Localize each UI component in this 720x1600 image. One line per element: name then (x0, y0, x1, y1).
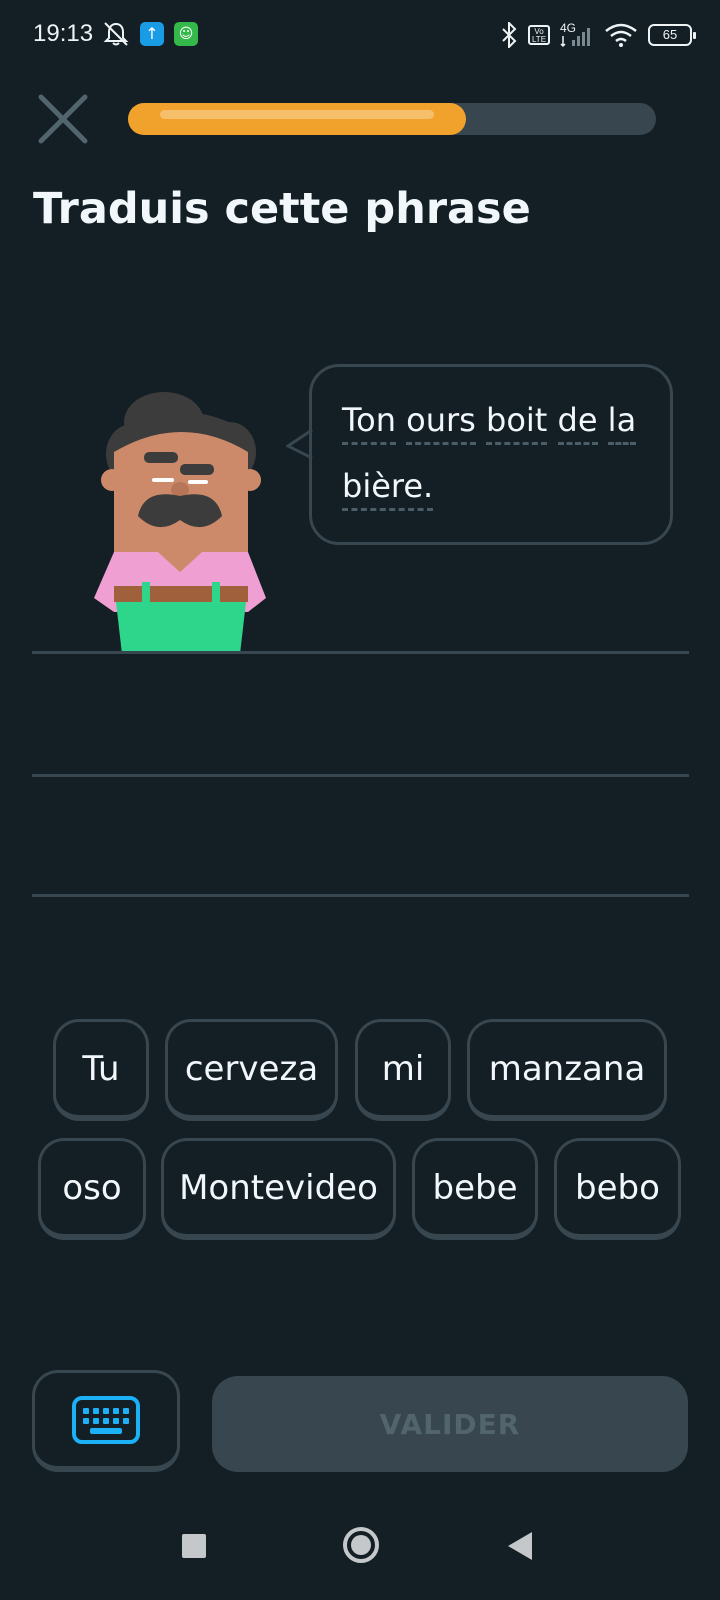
word-tile[interactable]: bebo (554, 1138, 681, 1240)
progress-fill (128, 103, 466, 135)
word-tile[interactable]: oso (38, 1138, 146, 1240)
system-nav-bar (0, 1520, 720, 1584)
prompt-word[interactable]: Ton (342, 401, 396, 445)
answer-area[interactable] (32, 654, 689, 894)
wifi-icon (605, 23, 637, 47)
keyboard-button[interactable] (32, 1370, 180, 1472)
prompt-word[interactable]: de (557, 401, 598, 445)
lesson-progress-bar (128, 103, 656, 135)
progress-shine (160, 110, 434, 119)
android-app-icon: ☺ (174, 22, 198, 46)
keyboard-icon (72, 1395, 140, 1444)
word-tile[interactable]: bebe (412, 1138, 538, 1240)
battery-icon: 65 (648, 24, 696, 46)
word-tile[interactable]: cerveza (165, 1019, 338, 1121)
back-button[interactable] (508, 1532, 532, 1560)
volte-icon: Vo LTE (528, 25, 550, 45)
prompt-word[interactable]: la (607, 401, 637, 445)
prompt-sentence: Ton ours boit de la bière. (342, 387, 640, 519)
speech-bubble: Ton ours boit de la bière. (309, 364, 673, 545)
answer-line (32, 894, 689, 897)
page-title: Traduis cette phrase (33, 184, 531, 234)
mute-icon (102, 20, 130, 52)
bluetooth-icon (502, 22, 517, 48)
status-right: Vo LTE 4G 65 (500, 20, 696, 50)
status-bar: 19:13 ↑ ☺ Vo LTE 4G 65 (0, 0, 720, 70)
prompt-word[interactable]: bière. (342, 467, 434, 511)
status-time: 19:13 (33, 20, 94, 47)
check-button[interactable]: VALIDER (212, 1376, 688, 1472)
upload-app-icon: ↑ (140, 22, 164, 46)
prompt-word[interactable]: boit (486, 401, 548, 445)
word-tile[interactable]: mi (355, 1019, 451, 1121)
word-tile[interactable]: manzana (467, 1019, 667, 1121)
word-tile[interactable]: Tu (53, 1019, 149, 1121)
close-button[interactable] (36, 92, 90, 146)
close-icon (38, 94, 88, 144)
home-button[interactable] (343, 1527, 379, 1563)
signal-icon: 4G (560, 22, 594, 48)
prompt-word[interactable]: ours (406, 401, 476, 445)
character-illustration (92, 392, 274, 654)
recents-button[interactable] (182, 1534, 206, 1558)
word-tile[interactable]: Montevideo (161, 1138, 396, 1240)
